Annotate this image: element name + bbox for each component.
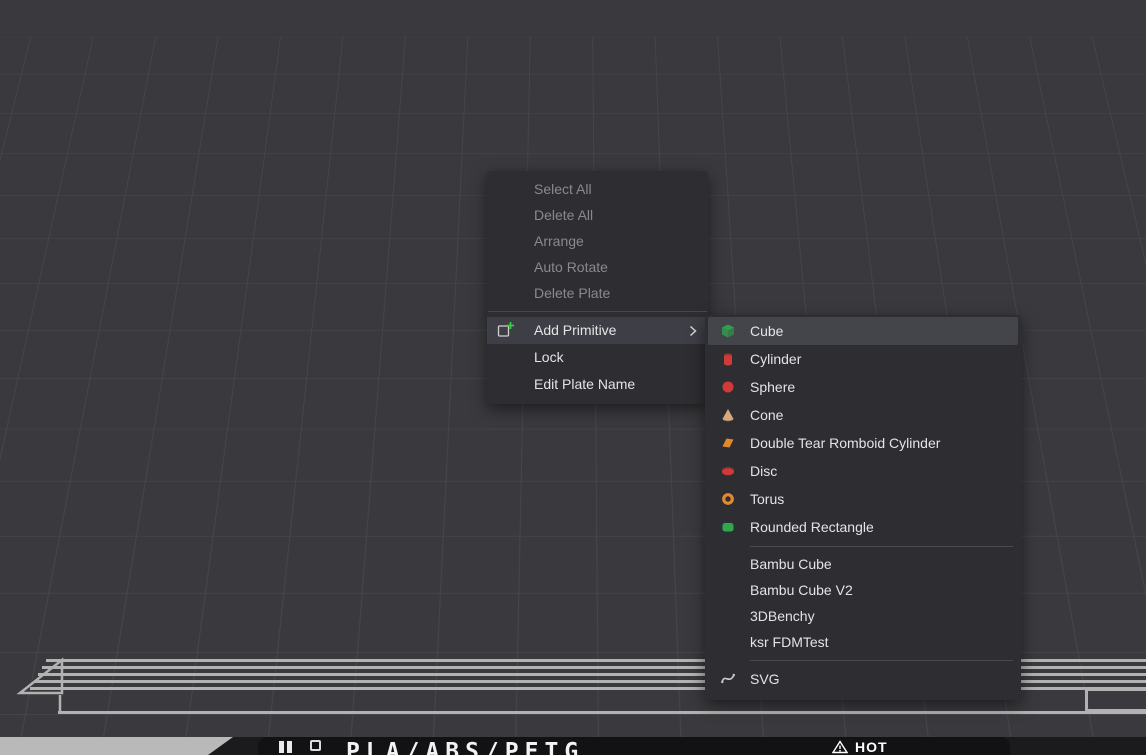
menu-item-select-all: Select All (487, 176, 708, 202)
menu-item-add-primitive[interactable]: Add Primitive (487, 317, 708, 344)
menu-item-lock[interactable]: Lock (487, 344, 708, 371)
app-logo-icon (278, 740, 293, 754)
warning-triangle-icon (832, 740, 848, 754)
menu-separator (488, 311, 707, 312)
plate-context-menu: Select All Delete All Arrange Auto Rotat… (487, 171, 708, 404)
menu-item-edit-plate-name[interactable]: Edit Plate Name (487, 371, 708, 398)
slicer-3d-viewport[interactable]: PLA/ABS/PETG HOT (0, 0, 1146, 755)
submenu-item-torus[interactable]: Torus (708, 485, 1018, 513)
submenu-separator (750, 660, 1013, 661)
submenu-item-rounded-rectangle[interactable]: Rounded Rectangle (708, 513, 1018, 541)
menu-item-delete-plate: Delete Plate (487, 280, 708, 306)
submenu-item-bambu-cube-v2[interactable]: Bambu Cube V2 (708, 577, 1018, 603)
menu-item-delete-all: Delete All (487, 202, 708, 228)
plate-type-label: PLA/ABS/PETG (346, 739, 584, 755)
cube-icon (721, 324, 735, 338)
sphere-icon (721, 380, 735, 394)
plate-marker-icon (310, 740, 321, 751)
bottom-bar: PLA/ABS/PETG HOT (0, 737, 1146, 755)
submenu-item-cone[interactable]: Cone (708, 401, 1018, 429)
add-primitive-icon (497, 321, 515, 339)
submenu-arrow-icon (689, 325, 697, 337)
rounded-rectangle-icon (721, 520, 735, 534)
submenu-item-bambu-cube[interactable]: Bambu Cube (708, 551, 1018, 577)
menu-item-auto-rotate: Auto Rotate (487, 254, 708, 280)
svg-curve-icon (721, 672, 735, 686)
add-primitive-submenu: Cube Cylinder Sphere (705, 315, 1021, 700)
submenu-item-cube[interactable]: Cube (708, 317, 1018, 345)
submenu-item-sphere[interactable]: Sphere (708, 373, 1018, 401)
torus-icon (721, 492, 735, 506)
submenu-item-3dbenchy[interactable]: 3DBenchy (708, 603, 1018, 629)
plate-corner-box (1085, 688, 1146, 712)
plate-type-strip[interactable]: PLA/ABS/PETG HOT (258, 737, 1010, 755)
submenu-item-svg[interactable]: SVG (708, 665, 1018, 693)
hot-label: HOT (855, 739, 888, 755)
menu-item-arrange: Arrange (487, 228, 708, 254)
hot-warning: HOT (832, 739, 888, 755)
submenu-separator (750, 546, 1013, 547)
cone-icon (721, 408, 735, 422)
submenu-item-cylinder[interactable]: Cylinder (708, 345, 1018, 373)
cylinder-icon (721, 352, 735, 366)
submenu-item-disc[interactable]: Disc (708, 457, 1018, 485)
submenu-item-double-tear-romboid-cylinder[interactable]: Double Tear Romboid Cylinder (708, 429, 1018, 457)
disc-icon (721, 464, 735, 478)
plate-tab[interactable] (0, 737, 262, 755)
plate-edge-line (58, 711, 1146, 714)
romboid-cylinder-icon (721, 436, 735, 450)
submenu-item-ksr-fdmtest[interactable]: ksr FDMTest (708, 629, 1018, 655)
plate-corner-marker (14, 655, 66, 715)
